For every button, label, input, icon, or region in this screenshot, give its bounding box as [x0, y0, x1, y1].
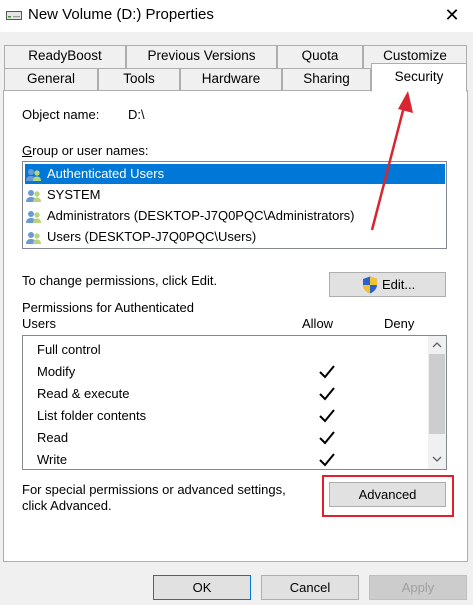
window-title: New Volume (D:) Properties	[28, 6, 214, 23]
permissions-label-line2: Users	[22, 316, 56, 331]
highlight-box	[322, 475, 454, 517]
allow-header: Allow	[302, 316, 334, 331]
annotation-arrow	[370, 91, 413, 231]
checkmark-icon	[319, 453, 335, 467]
permissions-label-line1: Permissions for Authenticated	[22, 300, 194, 315]
permission-name: Read	[37, 430, 69, 445]
permissions-list[interactable]: Full control Modify Read & execute List …	[22, 335, 447, 470]
scroll-up-icon[interactable]	[432, 341, 442, 348]
user-group-icon	[26, 168, 41, 181]
edit-button-label: Edit...	[382, 277, 416, 292]
permission-name: Full control	[37, 342, 101, 357]
checkmark-icon	[319, 365, 335, 379]
user-name: SYSTEM	[47, 187, 101, 202]
ok-button[interactable]: OK	[153, 575, 251, 600]
deny-header: Deny	[384, 316, 415, 331]
user-group-icon	[26, 210, 41, 223]
checkmark-icon	[319, 387, 335, 401]
drive-icon	[6, 11, 22, 20]
uac-shield-icon	[363, 276, 377, 294]
tab-quota[interactable]: Quota	[277, 45, 363, 68]
group-user-names-label: Group or user names:	[22, 143, 149, 158]
permission-name: Modify	[37, 364, 76, 379]
permissions-scrollbar[interactable]	[428, 336, 446, 469]
scroll-down-icon[interactable]	[432, 456, 442, 463]
user-name: Users (DESKTOP-J7Q0PQC\Users)	[47, 229, 257, 244]
edit-button[interactable]: Edit...	[329, 272, 446, 297]
permission-name: Write	[37, 452, 68, 467]
user-group-icon	[26, 189, 41, 202]
checkmark-icon	[319, 431, 335, 445]
user-name: Administrators (DESKTOP-J7Q0PQC\Administ…	[47, 208, 355, 223]
apply-button[interactable]: Apply	[369, 575, 467, 600]
permission-row-full-control: Full control	[37, 339, 427, 361]
tab-previous-versions[interactable]: Previous Versions	[126, 45, 277, 68]
user-name: Authenticated Users	[47, 166, 165, 181]
object-name-label: Object name:	[22, 107, 100, 122]
scroll-thumb[interactable]	[429, 354, 445, 434]
tab-sharing[interactable]: Sharing	[282, 68, 371, 91]
permission-name: Read & execute	[37, 386, 130, 401]
permission-row-list-folder-contents: List folder contents	[37, 405, 427, 427]
tab-tools[interactable]: Tools	[98, 68, 180, 91]
permission-row-write: Write	[37, 449, 427, 471]
tab-hardware[interactable]: Hardware	[180, 68, 282, 91]
user-group-icon	[26, 231, 41, 244]
permission-row-read-execute: Read & execute	[37, 383, 427, 405]
change-permissions-text: To change permissions, click Edit.	[22, 273, 218, 288]
checkmark-icon	[319, 409, 335, 423]
tab-readyboost[interactable]: ReadyBoost	[4, 45, 126, 68]
special-permissions-text-line2: click Advanced.	[22, 498, 112, 513]
special-permissions-text-line1: For special permissions or advanced sett…	[22, 482, 286, 497]
permission-name: List folder contents	[37, 408, 147, 423]
close-button[interactable]: ✕	[440, 4, 464, 26]
permission-row-modify: Modify	[37, 361, 427, 383]
object-name-value: D:\	[128, 107, 145, 122]
cancel-button[interactable]: Cancel	[261, 575, 359, 600]
group-label-rest: roup or user names:	[32, 143, 149, 158]
tab-general[interactable]: General	[4, 68, 98, 91]
permission-row-read: Read	[37, 427, 427, 449]
